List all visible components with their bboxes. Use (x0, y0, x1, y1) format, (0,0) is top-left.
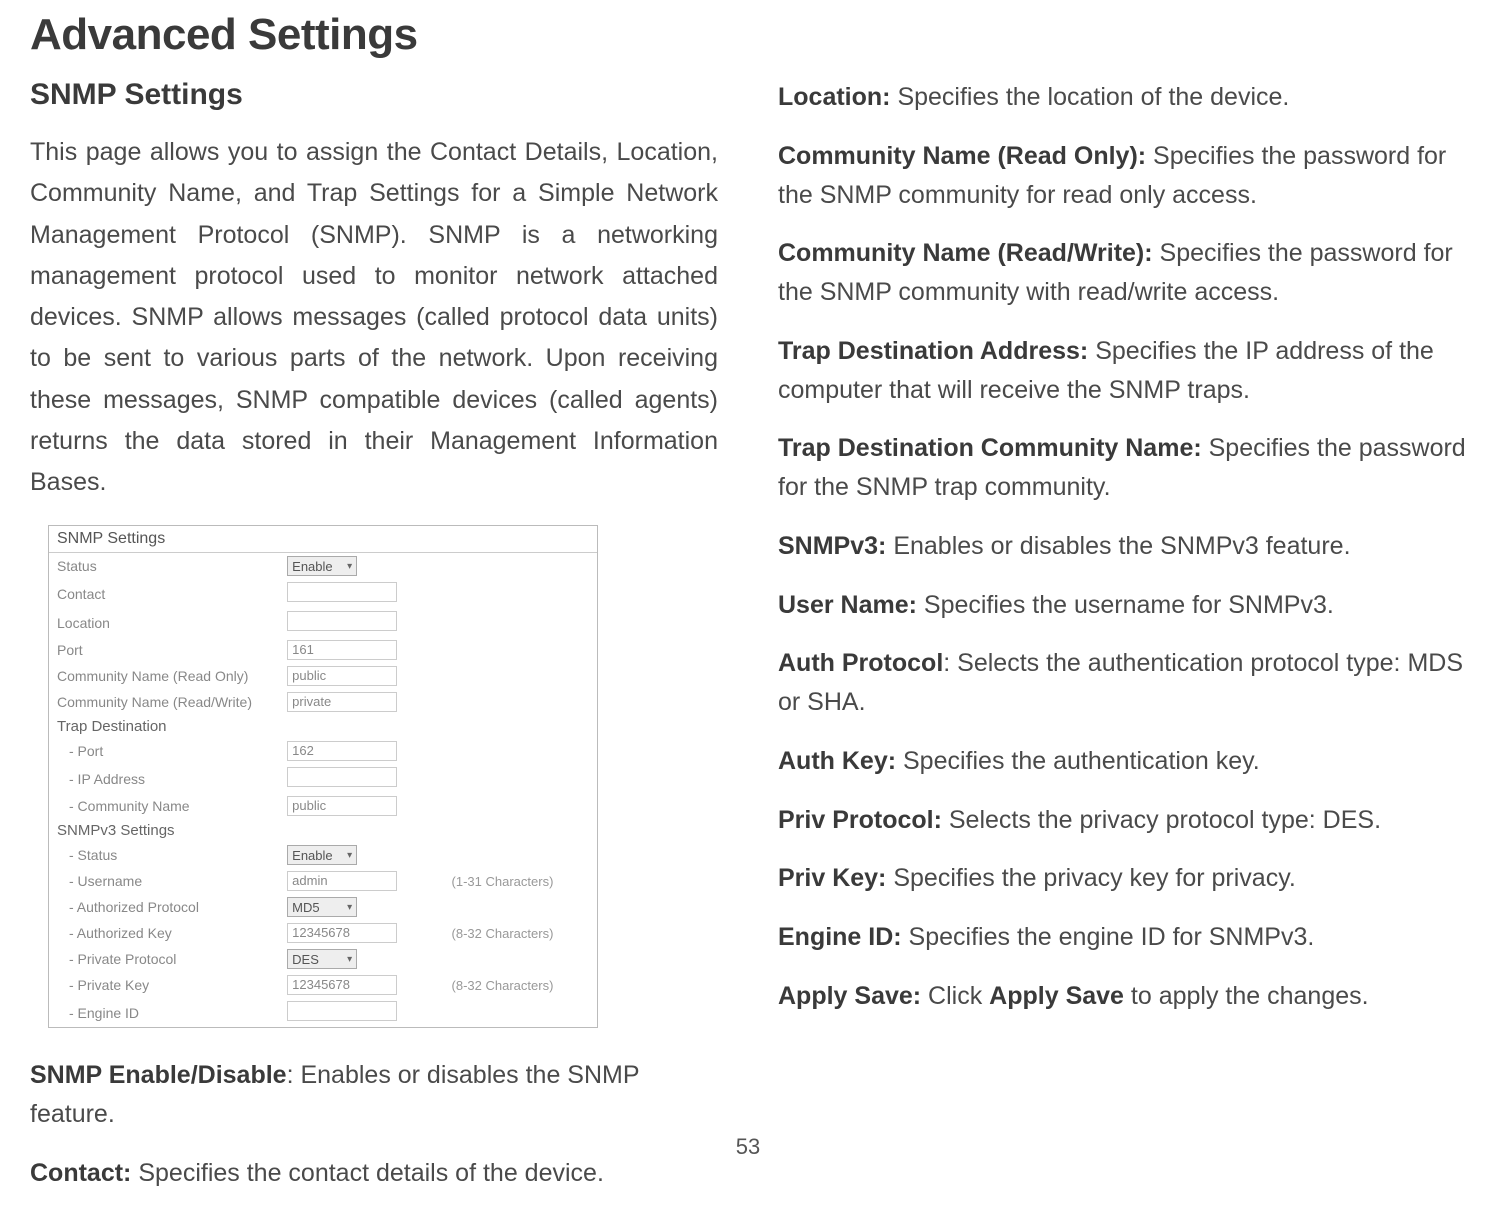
definition-term: Trap Destination Community Name: (778, 434, 1202, 462)
status-label: Status (49, 553, 279, 579)
definition-item: Auth Key: Specifies the authentication k… (778, 742, 1466, 781)
definition-term: Contact: (30, 1159, 131, 1187)
cn-rw-input[interactable]: private (287, 692, 397, 712)
location-input[interactable] (287, 611, 397, 631)
cn-ro-label: Community Name (Read Only) (49, 663, 279, 689)
definition-item: Engine ID: Specifies the engine ID for S… (778, 918, 1466, 957)
trap-header: Trap Destination (49, 715, 597, 738)
section-title: SNMP Settings (30, 78, 718, 112)
left-column: SNMP Settings This page allows you to as… (30, 78, 718, 1213)
snmp-settings-screenshot: SNMP Settings Status Enable Contact Locat… (48, 525, 598, 1028)
definition-item: Location: Specifies the location of the … (778, 78, 1466, 117)
v3-status-label: - Status (49, 842, 279, 868)
v3-privk-input[interactable]: 12345678 (287, 975, 397, 995)
definition-term: Community Name (Read/Write): (778, 239, 1153, 267)
trap-cn-label: - Community Name (49, 793, 279, 819)
definition-term: SNMP Enable/Disable (30, 1061, 287, 1089)
cn-ro-input[interactable]: public (287, 666, 397, 686)
v3-status-select[interactable]: Enable (287, 845, 357, 865)
definition-item: Priv Key: Specifies the privacy key for … (778, 859, 1466, 898)
screenshot-header: SNMP Settings (49, 526, 597, 553)
right-column: Location: Specifies the location of the … (778, 78, 1466, 1213)
trap-ip-label: - IP Address (49, 764, 279, 793)
trap-port-label: - Port (49, 738, 279, 764)
port-input[interactable]: 161 (287, 640, 397, 660)
page-number: 53 (736, 1134, 760, 1160)
intro-paragraph: This page allows you to assign the Conta… (30, 132, 718, 503)
v3-header: SNMPv3 Settings (49, 819, 597, 842)
cn-rw-label: Community Name (Read/Write) (49, 689, 279, 715)
v3-authp-select[interactable]: MD5 (287, 897, 357, 917)
v3-authk-label: - Authorized Key (49, 920, 279, 946)
v3-user-hint: (1-31 Characters) (444, 868, 597, 894)
definition-item: Auth Protocol: Selects the authenticatio… (778, 644, 1466, 722)
definition-item: SNMP Enable/Disable: Enables or disables… (30, 1056, 718, 1134)
definition-item: Apply Save: Click Apply Save to apply th… (778, 977, 1466, 1016)
definition-item: Trap Destination Community Name: Specifi… (778, 429, 1466, 507)
contact-input[interactable] (287, 582, 397, 602)
definition-term: Trap Destination Address: (778, 337, 1088, 365)
definition-term: Engine ID: (778, 923, 902, 951)
definition-term: Auth Protocol (778, 649, 943, 677)
definition-term: Apply Save: (778, 982, 921, 1010)
v3-privk-label: - Private Key (49, 972, 279, 998)
status-select[interactable]: Enable (287, 556, 357, 576)
definition-term: Priv Protocol: (778, 806, 942, 834)
v3-user-label: - Username (49, 868, 279, 894)
v3-engine-input[interactable] (287, 1001, 397, 1021)
definition-item: SNMPv3: Enables or disables the SNMPv3 f… (778, 527, 1466, 566)
trap-port-input[interactable]: 162 (287, 741, 397, 761)
definition-item: Community Name (Read Only): Specifies th… (778, 137, 1466, 215)
v3-engine-label: - Engine ID (49, 998, 279, 1027)
v3-authp-label: - Authorized Protocol (49, 894, 279, 920)
definition-item: Priv Protocol: Selects the privacy proto… (778, 801, 1466, 840)
definition-term: Auth Key: (778, 747, 896, 775)
contact-label: Contact (49, 579, 279, 608)
trap-cn-input[interactable]: public (287, 796, 397, 816)
v3-authk-input[interactable]: 12345678 (287, 923, 397, 943)
trap-ip-input[interactable] (287, 767, 397, 787)
v3-authk-hint: (8-32 Characters) (444, 920, 597, 946)
definition-term: Priv Key: (778, 864, 886, 892)
location-label: Location (49, 608, 279, 637)
definition-term: User Name: (778, 591, 917, 619)
definition-item: Trap Destination Address: Specifies the … (778, 332, 1466, 410)
definition-item: Contact: Specifies the contact details o… (30, 1154, 718, 1193)
definition-term: SNMPv3: (778, 532, 886, 560)
definition-item: User Name: Specifies the username for SN… (778, 586, 1466, 625)
definition-term: Community Name (Read Only): (778, 142, 1146, 170)
v3-privp-select[interactable]: DES (287, 949, 357, 969)
definition-bold-mid: Apply Save (989, 982, 1124, 1010)
v3-privp-label: - Private Protocol (49, 946, 279, 972)
port-label: Port (49, 637, 279, 663)
v3-privk-hint: (8-32 Characters) (444, 972, 597, 998)
definition-term: Location: (778, 83, 891, 111)
v3-user-input[interactable]: admin (287, 871, 397, 891)
definition-item: Community Name (Read/Write): Specifies t… (778, 234, 1466, 312)
page-title: Advanced Settings (30, 10, 1466, 60)
